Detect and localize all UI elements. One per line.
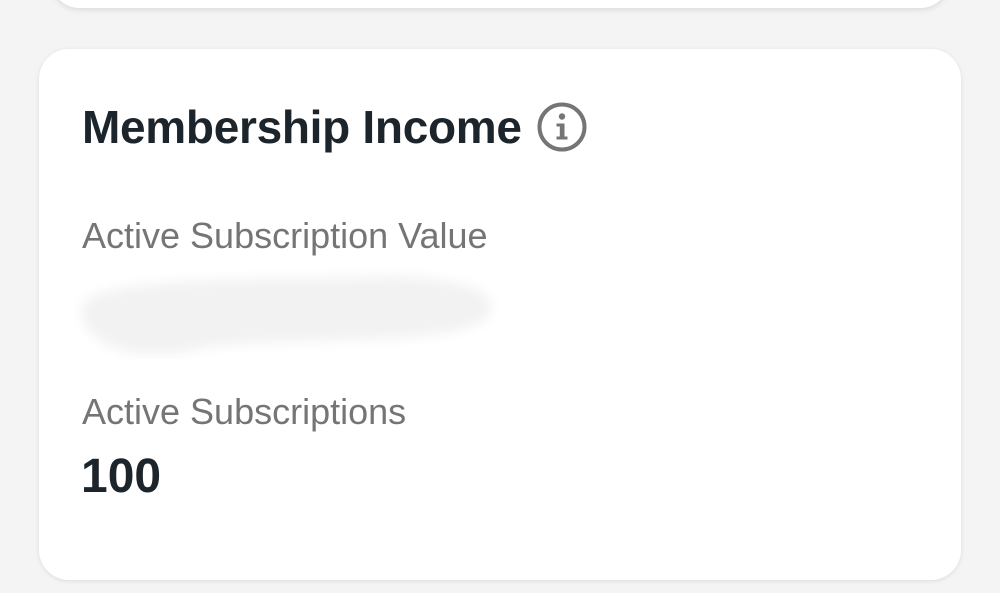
card-title: Membership Income — [82, 101, 522, 153]
membership-income-card: Membership Income Active Subscription Va… — [39, 49, 961, 580]
card-header: Membership Income — [82, 99, 588, 155]
active-subscriptions-label: Active Subscriptions — [82, 391, 407, 432]
previous-card-edge — [50, 0, 950, 8]
active-subscription-value-redacted — [81, 276, 492, 355]
active-subscription-value-label: Active Subscription Value — [82, 215, 488, 256]
active-subscriptions-count: 100 — [81, 450, 162, 503]
info-icon[interactable] — [536, 101, 588, 153]
